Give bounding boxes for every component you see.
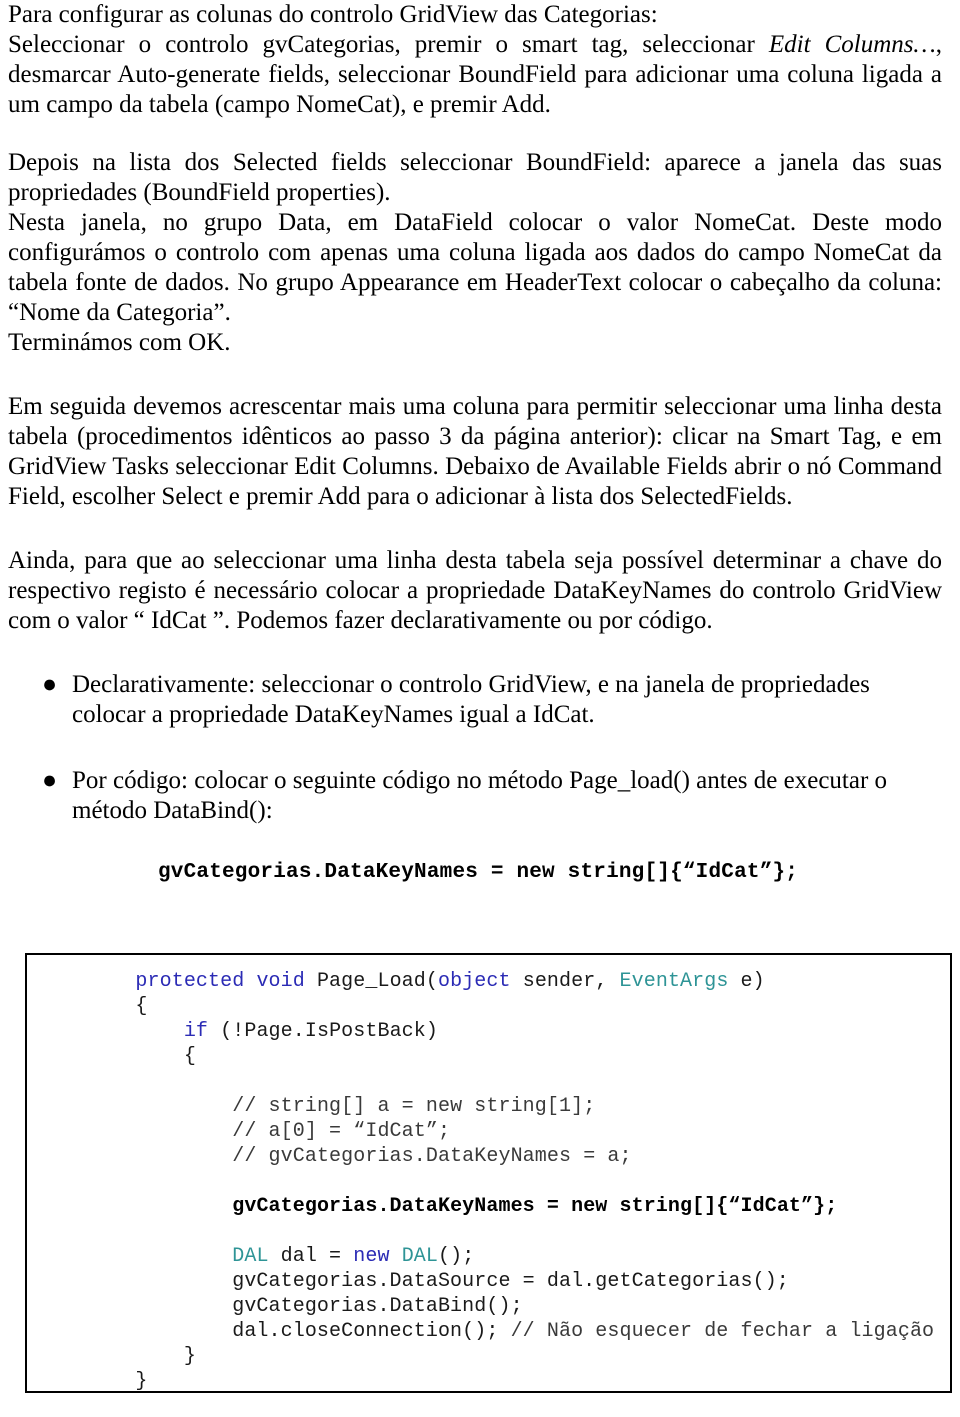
code-token: DAL	[232, 1245, 269, 1268]
code-token: object	[437, 970, 511, 993]
code-token: (!Page.IsPostBack)	[208, 1020, 438, 1043]
bullet-list: ● Declarativamente: seleccionar o contro…	[0, 670, 960, 826]
bullet-marker-icon: ●	[42, 671, 58, 698]
paragraph-4: Em seguida devemos acrescentar mais uma …	[8, 393, 942, 510]
intro-line-2-pre: Seleccionar o controlo gvCategorias, pre…	[8, 31, 769, 58]
code-token: // gvCategorias.DataKeyNames = a;	[232, 1145, 632, 1168]
paragraph-1: Depois na lista dos Selected fields sele…	[8, 149, 942, 206]
intro-line-2: Seleccionar o controlo gvCategorias, pre…	[8, 30, 942, 120]
code-token: dal =	[268, 1245, 354, 1268]
code-token: }	[87, 1370, 148, 1393]
code-token: {	[87, 995, 148, 1018]
code-token: // string[] a = new string[1];	[232, 1095, 596, 1118]
code-token: e)	[728, 970, 765, 993]
list-item-text: Declarativamente: seleccionar o controlo…	[72, 671, 870, 728]
code-token: new	[353, 1245, 390, 1268]
code-token: gvCategorias.DataSource = dal.getCategor…	[87, 1270, 789, 1293]
paragraph-5: Ainda, para que ao seleccionar uma linha…	[8, 547, 942, 634]
code-block: protected void Page_Load(object sender, …	[27, 955, 950, 1394]
code-block-container: protected void Page_Load(object sender, …	[25, 953, 952, 1393]
inline-code-snippet: gvCategorias.DataKeyNames = new string[]…	[158, 861, 799, 884]
list-item: ● Por código: colocar o seguinte código …	[42, 766, 942, 826]
paragraph-3: Terminámos com OK.	[8, 329, 231, 356]
code-token: sender,	[510, 970, 620, 993]
code-token: dal.closeConnection();	[87, 1320, 511, 1343]
code-token: if	[183, 1020, 209, 1043]
list-item-text: Por código: colocar o seguinte código no…	[72, 767, 888, 824]
code-token: gvCategorias.DataBind();	[87, 1295, 523, 1318]
intro-line-1: Para configurar as colunas do controlo G…	[8, 1, 658, 28]
bullet-marker-icon: ●	[42, 767, 58, 794]
code-token: {	[87, 1045, 196, 1068]
document-page: Para configurar as colunas do controlo G…	[0, 0, 960, 1417]
code-token: ();	[438, 1245, 475, 1268]
code-token: Page_Load(	[316, 970, 438, 993]
paragraph-2: Nesta janela, no grupo Data, em DataFiel…	[8, 209, 942, 326]
code-token: gvCategorias.DataKeyNames = new string[]…	[232, 1195, 838, 1218]
code-token: // Não esquecer de fechar a ligação	[510, 1320, 935, 1343]
code-token: protected void	[135, 970, 317, 993]
list-item: ● Declarativamente: seleccionar o contro…	[42, 670, 942, 730]
code-token: }	[87, 1345, 196, 1368]
intro-line-2-italic: Edit Columns…	[768, 31, 936, 58]
code-token: // a[0] = “IdCat”;	[232, 1120, 451, 1143]
intro-block: Para configurar as colunas do controlo G…	[0, 0, 960, 636]
code-token: DAL	[401, 1245, 438, 1268]
code-token: EventArgs	[619, 970, 729, 993]
